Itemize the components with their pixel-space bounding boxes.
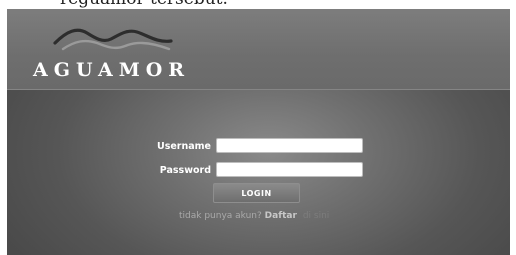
password-input[interactable]	[216, 162, 363, 177]
username-label: Username	[156, 141, 211, 152]
page-caption-strip: reguamor tersebut.	[0, 0, 516, 9]
signup-link[interactable]: Daftar	[265, 211, 297, 221]
signup-trailing-text: di sini	[302, 211, 330, 221]
username-input[interactable]	[216, 138, 363, 153]
page-caption: reguamor tersebut.	[60, 0, 228, 9]
password-label: Password	[159, 165, 211, 176]
login-page: AGUAMOR Username Password LOGIN tidak pu…	[7, 9, 510, 255]
login-form: Username Password LOGIN tidak punya akun…	[7, 9, 510, 255]
login-button[interactable]: LOGIN	[213, 183, 300, 203]
signup-question: tidak punya akun?	[179, 211, 262, 221]
signup-prompt: tidak punya akun? Daftar di sini	[179, 211, 329, 221]
